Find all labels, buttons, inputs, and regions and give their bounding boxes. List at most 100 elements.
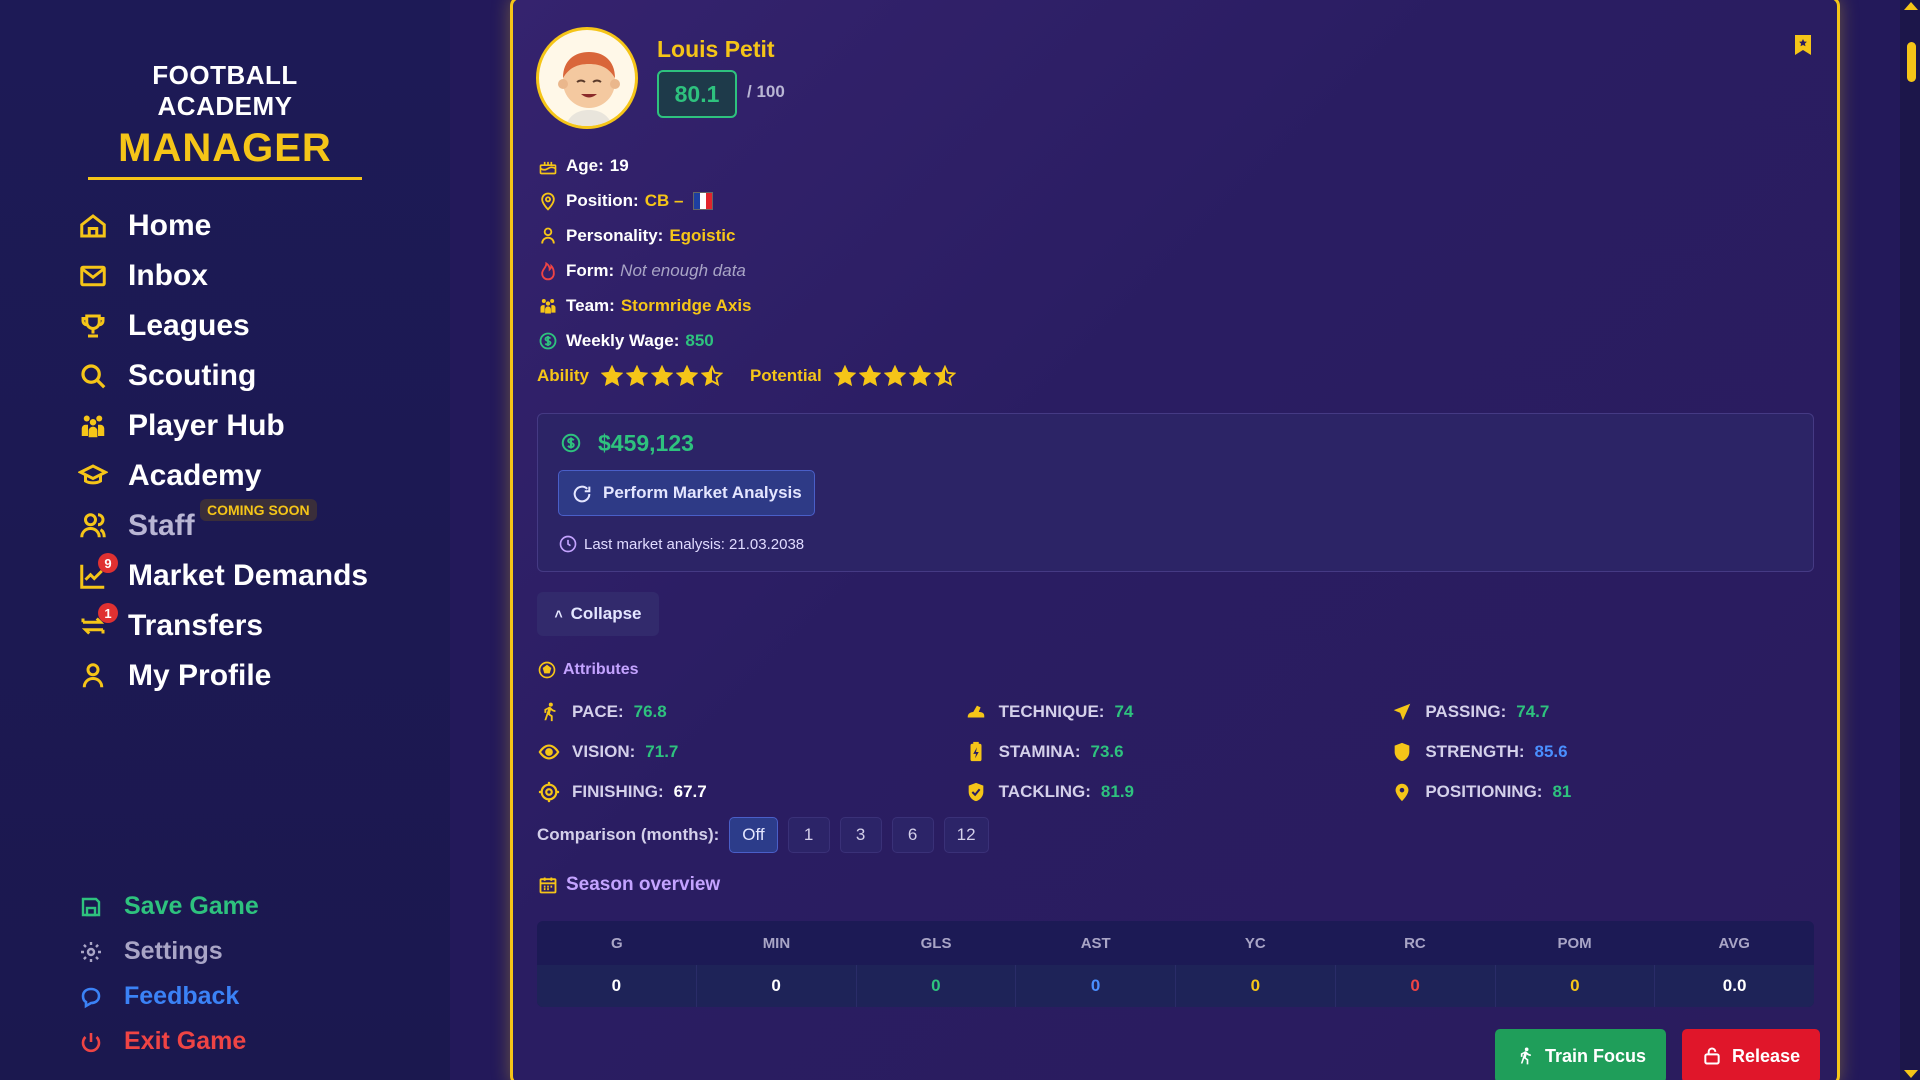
attribute-vision: VISION: 71.7	[538, 741, 965, 763]
ability-star-list	[600, 365, 726, 387]
attribute-passing: PASSING: 74.7	[1391, 701, 1818, 723]
column-header: MIN	[762, 934, 791, 952]
shield-check-icon	[968, 782, 984, 802]
nav-item-label: Market Demands	[128, 559, 369, 592]
nav-item-inbox[interactable]: Inbox	[76, 251, 368, 301]
attribute-name: PASSING:	[1425, 702, 1507, 721]
age-label: Age:	[566, 155, 604, 175]
table-cell: 0	[857, 965, 1017, 1007]
ability-label: Ability	[537, 366, 589, 385]
age-row: Age: 19	[538, 148, 752, 183]
column-header: POM	[1557, 934, 1592, 952]
person-icon	[538, 226, 558, 246]
crosshair-icon	[538, 781, 560, 803]
star-half-icon	[700, 365, 723, 387]
chevron-up-icon: ˄	[554, 606, 563, 622]
unlock-icon	[1704, 1047, 1720, 1065]
nav-item-label: Inbox	[128, 259, 208, 292]
nav-item-staff[interactable]: Staff COMING SOON	[76, 499, 368, 551]
attribute-value: 81	[1552, 782, 1572, 801]
power-icon	[78, 1029, 104, 1055]
column-header: AST	[1080, 934, 1111, 952]
logo-underline	[88, 177, 362, 180]
france-flag-icon	[693, 191, 714, 210]
attribute-value: 67.7	[673, 782, 707, 801]
form-value: Not enough data	[620, 260, 746, 280]
flame-icon	[538, 261, 558, 281]
coming-soon-badge: COMING SOON	[200, 499, 317, 521]
exit-game-label: Exit Game	[124, 1027, 247, 1055]
release-button[interactable]: Release	[1682, 1029, 1821, 1080]
settings-button[interactable]: Settings	[78, 929, 259, 974]
attribute-value: 85.6	[1534, 742, 1568, 761]
comparison-option-1[interactable]: 1	[787, 817, 830, 853]
nav-item-transfers[interactable]: 1 Transfers	[76, 601, 368, 651]
exit-game-button[interactable]: Exit Game	[78, 1019, 259, 1064]
scrollbar[interactable]	[1900, 0, 1920, 1080]
boot-icon	[967, 705, 984, 718]
player-info: Age: 19 Position: CB – Personality: Egoi…	[538, 148, 752, 358]
column-header: GLS	[920, 934, 952, 952]
table-cell: 0.0	[1722, 976, 1747, 995]
star-full-icon	[650, 365, 673, 387]
scroll-down-icon[interactable]	[1904, 1070, 1918, 1078]
running-icon	[544, 702, 556, 722]
rating-max: / 100	[747, 82, 785, 101]
dollar-circle-icon	[561, 433, 581, 453]
scrollbar-thumb[interactable]	[1907, 42, 1916, 82]
team-value: Stormridge Axis	[620, 295, 752, 315]
nav-item-label: My Profile	[128, 659, 272, 692]
trophy-icon	[76, 309, 110, 343]
age-value: 19	[609, 155, 629, 175]
column-header: RC	[1404, 934, 1426, 952]
scroll-up-icon[interactable]	[1904, 2, 1918, 10]
home-icon	[76, 209, 110, 243]
table-row: 0 0 0 0 0 0 0 0.0	[537, 965, 1814, 1007]
comparison-option-12[interactable]: 12	[943, 817, 989, 853]
team-row: Team: Stormridge Axis	[538, 288, 752, 323]
nav-item-home[interactable]: Home	[76, 201, 368, 251]
comparison-option-off[interactable]: Off	[729, 817, 778, 853]
player-rating: 80.1	[657, 70, 737, 118]
star-full-icon	[600, 365, 623, 387]
bookmark-icon[interactable]	[1794, 34, 1812, 56]
feedback-button[interactable]: Feedback	[78, 974, 259, 1019]
nav-item-market-demands[interactable]: 9 Market Demands	[76, 551, 368, 601]
graduation-cap-icon	[76, 459, 110, 493]
feedback-label: Feedback	[124, 982, 240, 1010]
nav-item-label: Leagues	[128, 309, 250, 342]
comparison-option-3[interactable]: 3	[839, 817, 882, 853]
nav-item-my-profile[interactable]: My Profile	[76, 651, 368, 701]
comparison-option-6[interactable]: 6	[891, 817, 934, 853]
chart-line-icon: 9	[76, 553, 118, 593]
star-full-icon	[883, 365, 906, 387]
attribute-technique: TECHNIQUE: 74	[965, 701, 1392, 723]
sidebar: FOOTBALL ACADEMY MANAGER Home Inbox Leag…	[0, 0, 450, 1080]
cake-icon	[538, 156, 558, 176]
star-full-icon	[625, 365, 648, 387]
table-cell: 0	[1336, 965, 1496, 1007]
attribute-name: POSITIONING:	[1425, 782, 1543, 801]
send-icon	[1394, 703, 1411, 721]
map-pin-icon	[1395, 783, 1409, 802]
nav-item-leagues[interactable]: Leagues	[76, 301, 368, 351]
nav-item-scouting[interactable]: Scouting	[76, 351, 368, 401]
notification-badge: 9	[98, 553, 118, 573]
comparison-label: Comparison (months):	[537, 825, 720, 844]
search-icon	[76, 359, 110, 393]
save-game-button[interactable]: Save Game	[78, 884, 259, 929]
nav-item-academy[interactable]: Academy	[76, 451, 368, 501]
personality-label: Personality:	[566, 225, 664, 245]
attribute-name: PACE:	[572, 702, 624, 721]
nav-item-label: Academy	[128, 459, 262, 492]
last-analysis-text: Last market analysis: 21.03.2038	[584, 535, 805, 553]
position-label: Position:	[566, 190, 639, 210]
potential-stars: Potential	[750, 365, 959, 387]
player-avatar	[536, 27, 638, 129]
train-focus-button[interactable]: Train Focus	[1495, 1029, 1667, 1080]
season-overview-heading: Season overview	[538, 874, 720, 896]
perform-market-analysis-button[interactable]: Perform Market Analysis	[558, 470, 815, 516]
collapse-button[interactable]: ˄ Collapse	[537, 592, 659, 636]
nav-item-player-hub[interactable]: Player Hub	[76, 401, 368, 451]
calendar-icon	[539, 877, 557, 894]
